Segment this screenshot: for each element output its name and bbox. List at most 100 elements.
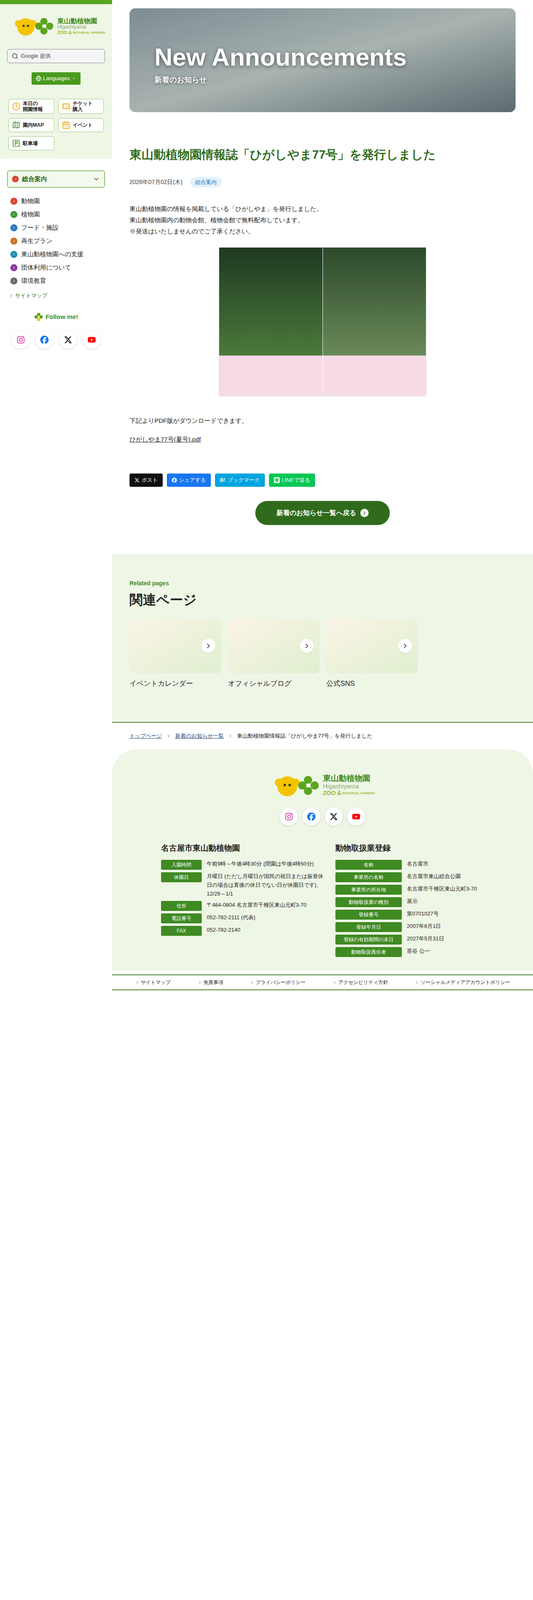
footer-link[interactable]: プライバシーポリシー [249, 977, 306, 986]
info-row: 名称名古屋市 [335, 859, 510, 870]
share-button[interactable]: シェアする [166, 473, 211, 487]
article-body: 東山動植物園の情報を掲載している「ひがしやま」を発行しました。東山動植物園内の動… [129, 202, 516, 237]
card-image [129, 618, 222, 673]
menu-dot-icon [10, 210, 18, 218]
facebook-icon [307, 811, 316, 821]
related-card[interactable]: 公式SNS [326, 618, 419, 689]
breadcrumb-item[interactable]: 新着のお知らせ一覧 [175, 731, 224, 740]
arrow-icon [398, 638, 413, 653]
quick-link[interactable]: 本日の開園情報 [8, 98, 55, 115]
top-bar [0, 0, 113, 5]
menu-dot-icon [12, 175, 19, 183]
instagram-icon [284, 811, 294, 821]
menu-dot-icon [10, 250, 18, 258]
menu-item[interactable]: 環境教育 [7, 273, 106, 288]
x-link[interactable] [324, 806, 343, 826]
chevron-right-icon [332, 979, 338, 985]
info-row: 動物取扱責任者茶谷 公一 [335, 946, 510, 957]
related-pages: Related pages関連ページイベントカレンダーオフィシャルブログ公式SN… [112, 553, 533, 723]
chevron-right-icon [134, 979, 140, 985]
info-row: 動物取扱業の種別展示 [335, 896, 510, 907]
cover-photo [322, 247, 427, 396]
footer-link[interactable]: 免責事項 [197, 977, 224, 986]
mascot-logo-icon [14, 14, 55, 38]
chevron-down-icon [92, 175, 101, 183]
quick-link[interactable]: チケット購入 [58, 98, 105, 115]
footer-link[interactable]: アクセシビリティ方針 [332, 977, 389, 986]
sidebar: 東山動植物園HigashiyamaZOO &BOTANICAL GARDENS G… [0, 0, 113, 349]
arrow-icon [299, 638, 314, 653]
facebook-link[interactable] [35, 330, 54, 349]
info-row: 住所〒464-0804 名古屋市千種区東山元町3-70 [161, 900, 324, 911]
youtube-icon [352, 811, 361, 821]
instagram-icon [16, 335, 25, 344]
quick-link[interactable]: 駐車場 [8, 136, 55, 151]
facebook-link[interactable] [302, 806, 321, 826]
menu-dot-icon [10, 277, 18, 285]
back-button[interactable]: 新着のお知らせ一覧へ戻る [255, 500, 390, 525]
main-content: New Announcements新着のお知らせ東山動植物園情報誌「ひがしやま7… [112, 0, 533, 990]
separator-icon [227, 733, 233, 739]
info-table: 名古屋市東山動植物園入園時間午前9時～午後4時30分 (閉園は午後4時50分)休… [161, 841, 324, 957]
sitemap-link[interactable]: サイトマップ [7, 291, 106, 300]
info-row: 入園時間午前9時～午後4時30分 (閉園は午後4時50分) [161, 859, 324, 870]
chevron-right-icon [249, 979, 255, 985]
ticket-icon [61, 102, 71, 111]
quick-link[interactable]: イベント [58, 117, 105, 133]
menu-item[interactable]: 団体利用について [7, 260, 106, 274]
chevron-right-icon [8, 293, 14, 299]
info-row: 事業所の名称名古屋市東山総合公園 [335, 871, 510, 882]
related-card[interactable]: イベントカレンダー [129, 618, 222, 689]
menu-item[interactable]: フード・施設 [7, 220, 106, 235]
x-icon [329, 811, 338, 821]
parking-icon [12, 139, 21, 148]
youtube-icon [87, 335, 96, 344]
share-button[interactable]: B!ブックマーク [215, 473, 265, 487]
magazine-covers [219, 247, 426, 396]
footer-link[interactable]: サイトマップ [134, 977, 171, 986]
instagram-link[interactable] [11, 330, 30, 349]
info-row: 登録年月日2007年6月1日 [335, 921, 510, 932]
card-image [227, 618, 320, 673]
pdf-link[interactable]: ひがしやま77号(夏号).pdf [129, 434, 201, 445]
logo[interactable]: 東山動植物園HigashiyamaZOO &BOTANICAL GARDENS [14, 14, 98, 38]
search-icon [11, 52, 19, 60]
youtube-link[interactable] [82, 330, 101, 349]
line-icon [273, 476, 280, 483]
x-icon [63, 335, 73, 344]
info-row: 登録の有効期間の末日2027年5月31日 [335, 933, 510, 944]
youtube-link[interactable] [347, 806, 366, 826]
quick-link[interactable]: 園内MAP [8, 117, 55, 133]
footer-links: サイトマップ 免責事項 プライバシーポリシー アクセシビリティ方針 ソーシャルメディアア… [112, 973, 533, 990]
calendar-icon [61, 120, 71, 130]
facebook-icon [171, 477, 177, 483]
menu-dot-icon [10, 237, 18, 245]
logo[interactable]: 東山動植物園HigashiyamaZOO &BOTANICAL GARDENS [274, 772, 371, 798]
menu-item[interactable]: 植物園 [7, 207, 106, 221]
clover-icon [34, 312, 44, 322]
arrow-icon [360, 508, 369, 517]
category-tag[interactable]: 総合案内 [190, 176, 222, 188]
breadcrumb-item[interactable]: トップページ [129, 731, 162, 740]
globe-icon [35, 75, 42, 82]
menu-item[interactable]: 再生プラン [7, 234, 106, 248]
hero-banner: New Announcements新着のお知らせ [129, 8, 516, 113]
search-box[interactable]: Google 提供 [7, 48, 106, 64]
share-button[interactable]: ポスト [129, 473, 163, 487]
map-icon [12, 120, 21, 130]
related-card[interactable]: オフィシャルブログ [227, 618, 320, 689]
menu-accordion[interactable]: 総合案内 [7, 170, 106, 188]
instagram-link[interactable] [279, 806, 299, 826]
page: 東山動植物園HigashiyamaZOO &BOTANICAL GARDENS G… [0, 0, 533, 1599]
x-link[interactable] [58, 330, 78, 349]
breadcrumb: トップページ新着のお知らせ一覧東山動植物園情報誌「ひがしやま77号」を発行しまし… [112, 722, 533, 749]
menu-item[interactable]: 動物園 [7, 194, 106, 208]
share-button[interactable]: LINEで送る [268, 473, 316, 487]
info-row: FAX052-782-2140 [161, 925, 324, 936]
article-date: 2026年07月02日(木) [129, 177, 183, 187]
menu-item[interactable]: 東山動植物園への支援 [7, 247, 106, 261]
footer-link[interactable]: ソーシャルメディアアカウントポリシー [414, 977, 511, 986]
info-row: 電話番号052-782-2111 (代表) [161, 912, 324, 923]
languages-button[interactable]: Languages [31, 72, 81, 85]
info-table: 動物取扱業登録名称名古屋市事業所の名称名古屋市東山総合公園事業所の所在地名古屋市… [335, 841, 510, 957]
